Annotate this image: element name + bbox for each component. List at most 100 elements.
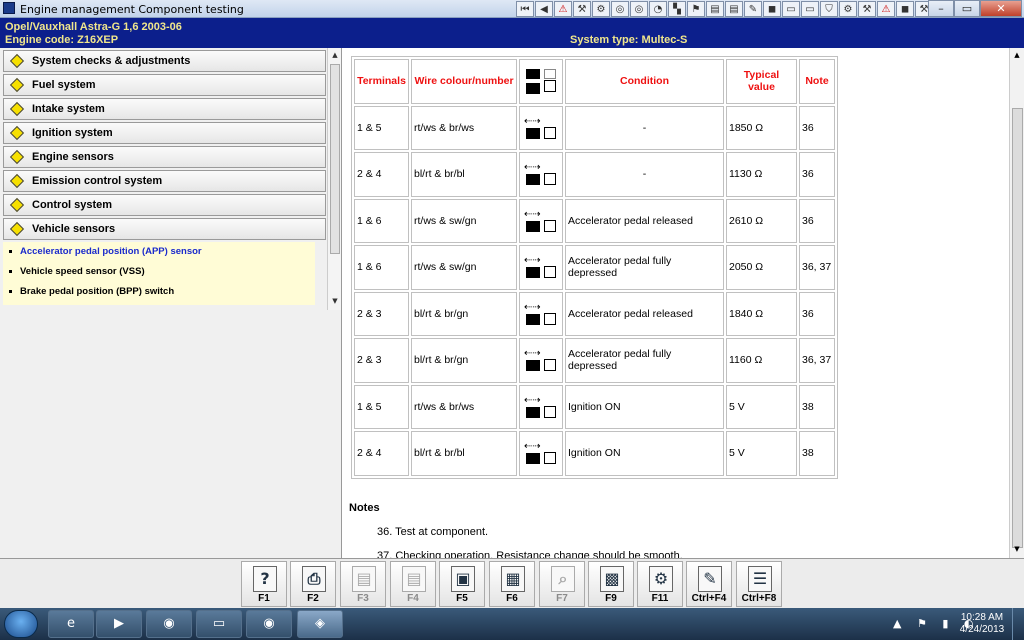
doc-icon[interactable]: ▤ bbox=[706, 1, 724, 17]
note-36: 36. Test at component. bbox=[377, 526, 489, 538]
cell-note: 36 bbox=[799, 198, 835, 243]
category-emission-control-system[interactable]: Emission control system bbox=[3, 170, 326, 192]
graph-icon[interactable]: ▚ bbox=[668, 1, 686, 17]
fkey-f1[interactable]: ? F1 bbox=[241, 561, 287, 607]
category-vehicle-sensors[interactable]: Vehicle sensors bbox=[3, 218, 326, 240]
sensor-icon[interactable]: ◎ bbox=[611, 1, 629, 17]
bullet-icon bbox=[9, 289, 12, 293]
toolbar: ⏮ ◀ ⚠ ⚒ ⚙ ◎ ◎ ◔ ▚ ⚑ ▤ ▤ ✎ ◼ ▭ ▭ ⛉ ⚙ ⚒ ⚠ ◼ ⚒ bbox=[516, 1, 933, 17]
fkey-ctrl-f4[interactable]: ✎ Ctrl+F4 bbox=[686, 561, 732, 607]
left-scrollbar[interactable]: ▲ ▼ bbox=[327, 48, 341, 310]
cell-note: 36 bbox=[799, 291, 835, 336]
doc-icon[interactable]: ▤ bbox=[725, 1, 743, 17]
cell-typical-value: 2050 Ω bbox=[726, 245, 797, 290]
ie-icon[interactable]: e bbox=[48, 610, 94, 638]
minimize-button[interactable]: – bbox=[928, 0, 954, 17]
gauge-icon[interactable]: ◔ bbox=[649, 1, 667, 17]
table-header-row: Terminals Wire colour/number Condition T… bbox=[354, 59, 835, 104]
scroll-down-icon[interactable]: ▼ bbox=[330, 297, 340, 307]
main-scrollbar[interactable]: ▲ ▼ bbox=[1009, 48, 1024, 558]
cell-note: 36 bbox=[799, 105, 835, 150]
clock[interactable]: 10:28 AM 4/24/2013 bbox=[957, 612, 1007, 636]
fkey-f5[interactable]: ▣ F5 bbox=[439, 561, 485, 607]
close-button[interactable]: ✕ bbox=[980, 0, 1022, 17]
header-note: Note bbox=[799, 59, 835, 104]
sub-item-label: Accelerator pedal position (APP) sensor bbox=[20, 246, 202, 257]
prev-icon[interactable]: ◀ bbox=[535, 1, 553, 17]
car-icon[interactable]: ◼ bbox=[896, 1, 914, 17]
cell-condition: Accelerator pedal fully depressed bbox=[565, 338, 724, 383]
car-icon[interactable]: ◼ bbox=[763, 1, 781, 17]
category-icon bbox=[9, 53, 25, 69]
fkey-f2[interactable]: ⎙ F2 bbox=[290, 561, 336, 607]
cell-connector: ⇠⇢ bbox=[519, 291, 563, 336]
system-type: System type: Multec-S bbox=[570, 34, 688, 46]
engine-icon[interactable]: ⚙ bbox=[839, 1, 857, 17]
start-button[interactable] bbox=[4, 610, 38, 638]
cell-terminals: 1 & 5 bbox=[354, 105, 409, 150]
fkey-f4[interactable]: ▤ F4 bbox=[390, 561, 436, 607]
chrome-icon[interactable]: ◉ bbox=[246, 610, 292, 638]
flag-icon[interactable]: ⚑ bbox=[687, 1, 705, 17]
pen-icon[interactable]: ✎ bbox=[744, 1, 762, 17]
printer-icon: ⎙ bbox=[302, 566, 326, 592]
cell-terminals: 2 & 4 bbox=[354, 152, 409, 197]
category-icon bbox=[9, 125, 25, 141]
cell-wire: rt/ws & sw/gn bbox=[411, 198, 517, 243]
table-row: 1 & 5 rt/ws & br/ws ⇠⇢ Ignition ON 5 V 38 bbox=[354, 384, 835, 429]
list-icon: ☰ bbox=[748, 566, 772, 592]
category-control-system[interactable]: Control system bbox=[3, 194, 326, 216]
explorer-icon[interactable]: ▭ bbox=[196, 610, 242, 638]
first-icon[interactable]: ⏮ bbox=[516, 1, 534, 17]
shield-icon[interactable]: ⛉ bbox=[820, 1, 838, 17]
category-fuel-system[interactable]: Fuel system bbox=[3, 74, 326, 96]
show-desktop-button[interactable] bbox=[1012, 608, 1024, 640]
sensor-icon[interactable]: ◎ bbox=[630, 1, 648, 17]
fkey-f11[interactable]: ⚙ F11 bbox=[637, 561, 683, 607]
monitor-icon[interactable]: ▭ bbox=[801, 1, 819, 17]
sub-item[interactable]: Brake pedal position (BPP) switch bbox=[9, 286, 174, 297]
warning-icon[interactable]: ⚠ bbox=[554, 1, 572, 17]
category-label: Emission control system bbox=[32, 175, 163, 187]
scroll-up-icon[interactable]: ▲ bbox=[330, 51, 340, 61]
sub-item[interactable]: Vehicle speed sensor (VSS) bbox=[9, 266, 145, 277]
scroll-up-icon[interactable]: ▲ bbox=[1012, 51, 1022, 61]
warning-icon[interactable]: ⚠ bbox=[877, 1, 895, 17]
left-panel: System checks & adjustments Fuel system In… bbox=[0, 48, 342, 558]
category-system-checks-adjustments[interactable]: System checks & adjustments bbox=[3, 50, 326, 72]
tool-icon[interactable]: ⚒ bbox=[573, 1, 591, 17]
category-intake-system[interactable]: Intake system bbox=[3, 98, 326, 120]
monitor-icon[interactable]: ▭ bbox=[782, 1, 800, 17]
scroll-down-icon[interactable]: ▼ bbox=[1012, 545, 1022, 555]
fkey-f3[interactable]: ▤ F3 bbox=[340, 561, 386, 607]
category-label: Intake system bbox=[32, 103, 105, 115]
fkey-f7[interactable]: ⌕ F7 bbox=[539, 561, 585, 607]
image-icon: ▤ bbox=[402, 566, 426, 592]
category-label: Ignition system bbox=[32, 127, 113, 139]
tool-icon[interactable]: ⚒ bbox=[858, 1, 876, 17]
app-icon[interactable]: ◈ bbox=[297, 610, 343, 638]
cell-condition: Accelerator pedal fully depressed bbox=[565, 245, 724, 290]
scroll-thumb[interactable] bbox=[1012, 108, 1023, 548]
table-row: 2 & 4 bl/rt & br/bl ⇠⇢ Ignition ON 5 V 38 bbox=[354, 431, 835, 476]
cell-connector: ⇠⇢ bbox=[519, 338, 563, 383]
category-ignition-system[interactable]: Ignition system bbox=[3, 122, 326, 144]
cell-connector: ⇠⇢ bbox=[519, 152, 563, 197]
header-connector bbox=[519, 59, 563, 104]
fkey-f9[interactable]: ▩ F9 bbox=[588, 561, 634, 607]
category-label: Fuel system bbox=[32, 79, 96, 91]
sub-item[interactable]: Accelerator pedal position (APP) sensor bbox=[9, 246, 202, 257]
main-content: Terminals Wire colour/number Condition T… bbox=[343, 48, 1009, 558]
window-controls: – ▭ ✕ bbox=[928, 0, 1022, 17]
maximize-button[interactable]: ▭ bbox=[954, 0, 980, 17]
taskbar: e ▶ ◉ ▭ ◉ ◈ ▲ ⚑ ▮ ◐ 10:28 AM 4/24/2013 bbox=[0, 608, 1024, 640]
cell-wire: bl/rt & br/bl bbox=[411, 152, 517, 197]
fkey-ctrl-f8[interactable]: ☰ Ctrl+F8 bbox=[736, 561, 782, 607]
media-player-icon[interactable]: ▶ bbox=[96, 610, 142, 638]
scroll-thumb[interactable] bbox=[330, 64, 340, 254]
connector-test-icon: ⇠⇢ bbox=[522, 346, 560, 374]
chrome-icon[interactable]: ◉ bbox=[146, 610, 192, 638]
fkey-f6[interactable]: ▦ F6 bbox=[489, 561, 535, 607]
gear-icon[interactable]: ⚙ bbox=[592, 1, 610, 17]
category-engine-sensors[interactable]: Engine sensors bbox=[3, 146, 326, 168]
